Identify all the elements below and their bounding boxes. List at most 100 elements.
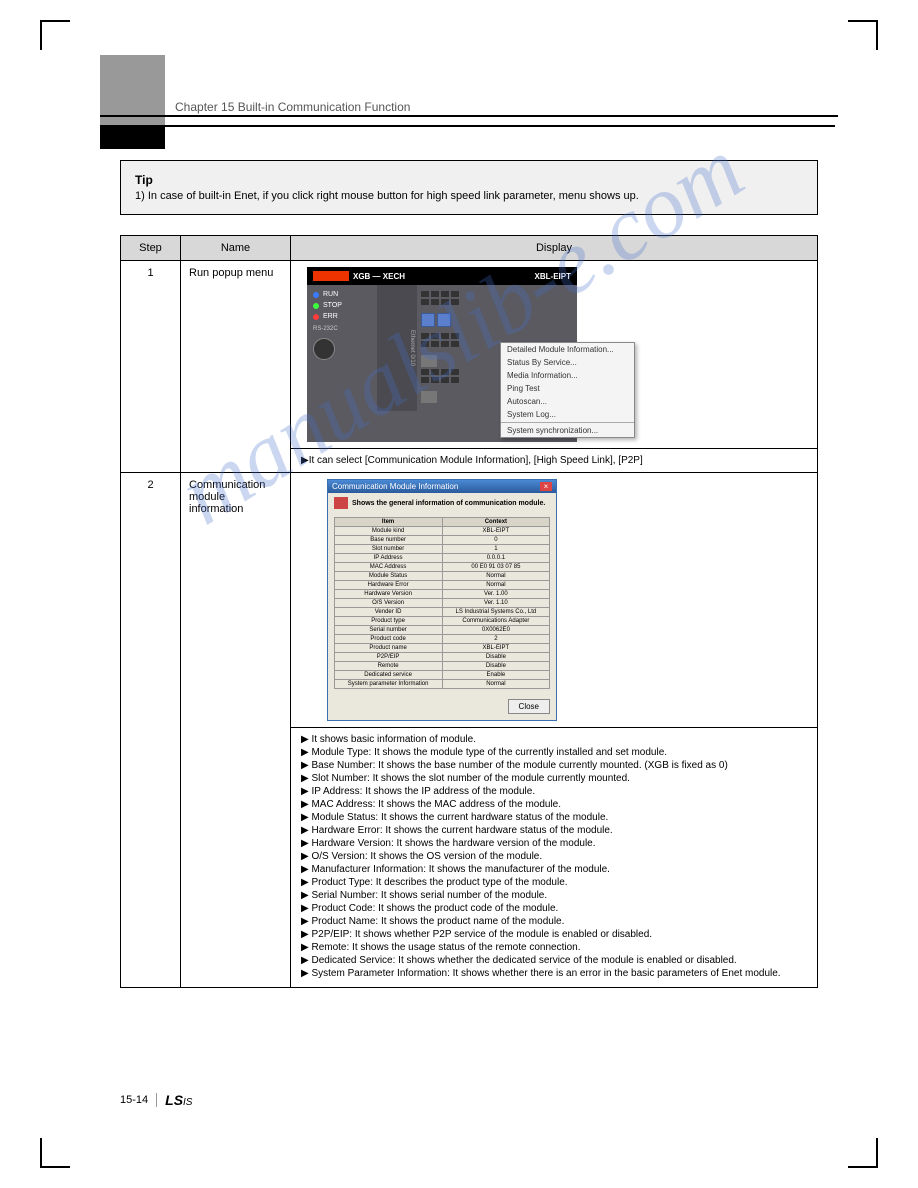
desc-line: ▶ P2P/EIP: It shows whether P2P service …	[301, 929, 807, 940]
plc-screenshot: XGB — XECH XBL-EIPT RUN STOP ERR RS-232C	[307, 267, 577, 442]
plc-top-bar: XGB — XECH XBL-EIPT	[307, 267, 577, 285]
dlg-item: Vender ID	[334, 608, 442, 617]
dialog-titlebar: Communication Module Information ×	[328, 480, 556, 493]
desc-line: ▶ MAC Address: It shows the MAC address …	[301, 799, 807, 810]
dlg-item: System parameter Information	[334, 680, 442, 689]
tip-box: Tip 1) In case of built-in Enet, if you …	[120, 160, 818, 215]
dlg-item: Module Status	[334, 572, 442, 581]
dlg-item: Product type	[334, 617, 442, 626]
dialog-subtitle: Shows the general information of communi…	[352, 500, 545, 507]
desc-line: ▶ Module Status: It shows the current ha…	[301, 812, 807, 823]
plc-tool-icon[interactable]	[437, 313, 451, 327]
name-cell: Run popup menu	[181, 261, 291, 473]
dlg-context: Disable	[442, 662, 550, 671]
desc-line: ▶ O/S Version: It shows the OS version o…	[301, 851, 807, 862]
table-row: 2 Communication module information Commu…	[121, 473, 818, 728]
desc-line: ▶ Product Type: It describes the product…	[301, 877, 807, 888]
dlg-item: IP Address	[334, 554, 442, 563]
desc-line: ▶ Hardware Error: It shows the current h…	[301, 825, 807, 836]
brand-logo: LSIS	[165, 1092, 192, 1108]
dlg-item: Module kind	[334, 527, 442, 536]
desc-cell: ▶It can select [Communication Module Inf…	[291, 449, 818, 473]
dialog-table-row: Module StatusNormal	[334, 572, 550, 581]
enet-label: Ethernet 0/10	[409, 330, 415, 366]
header-black-box	[100, 125, 165, 149]
menu-item[interactable]: Ping Test	[501, 382, 634, 395]
dialog-table-row: Vender IDLS Industrial Systems Co., Ltd	[334, 608, 550, 617]
dlg-context: 0	[442, 536, 550, 545]
tip-label: Tip	[135, 173, 803, 187]
menu-item[interactable]: Media Information...	[501, 369, 634, 382]
dlg-item: Product code	[334, 635, 442, 644]
dlg-context: XBL-EIPT	[442, 527, 550, 536]
dialog-table-row: O/S VersionVer. 1.10	[334, 599, 550, 608]
dlg-item: MAC Address	[334, 563, 442, 572]
menu-item[interactable]: Status By Service...	[501, 356, 634, 369]
dialog-table: Item Context Module kindXBL-EIPTBase num…	[334, 517, 551, 689]
plc-status-column: RUN STOP ERR RS-232C	[307, 285, 377, 411]
dlg-context: Normal	[442, 680, 550, 689]
header-rule	[100, 115, 838, 117]
th-name: Name	[181, 236, 291, 261]
dialog-table-row: Product code2	[334, 635, 550, 644]
th-step: Step	[121, 236, 181, 261]
dlg-context: 1	[442, 545, 550, 554]
dlg-context: 00 E0 91 03 07 85	[442, 563, 550, 572]
name-cell: Communication module information	[181, 473, 291, 988]
close-button[interactable]: Close	[508, 699, 550, 714]
desc-line: ▶ Remote: It shows the usage status of t…	[301, 942, 807, 953]
desc-line: ▶ IP Address: It shows the IP address of…	[301, 786, 807, 797]
plc-led-err: ERR	[313, 313, 371, 320]
menu-item[interactable]: System Log...	[501, 408, 634, 421]
dlg-item: Product name	[334, 644, 442, 653]
step-cell: 2	[121, 473, 181, 988]
context-menu: Detailed Module Information... Status By…	[500, 342, 635, 438]
dialog-subtitle-row: Shows the general information of communi…	[328, 493, 556, 513]
menu-item[interactable]: Autoscan...	[501, 395, 634, 408]
dlg-context: Ver. 1.10	[442, 599, 550, 608]
desc-line: ▶ Slot Number: It shows the slot number …	[301, 773, 807, 784]
led-grid	[421, 291, 573, 305]
module-icon	[334, 497, 348, 509]
dlg-item: Hardware Version	[334, 590, 442, 599]
led-label: RUN	[323, 291, 338, 298]
crop-mark	[40, 20, 70, 50]
step-cell: 1	[121, 261, 181, 473]
desc-line: ▶ System Parameter Information: It shows…	[301, 968, 807, 979]
led-dot	[313, 314, 319, 320]
connector-icon	[421, 355, 437, 367]
desc-line: ▶ Serial Number: It shows serial number …	[301, 890, 807, 901]
port-label: RS-232C	[313, 326, 371, 332]
dlg-context: Enable	[442, 671, 550, 680]
page-number: 15-14	[120, 1094, 148, 1106]
desc-line: ▶ Module Type: It shows the module type …	[301, 747, 807, 758]
menu-item[interactable]: System synchronization...	[501, 424, 634, 437]
dialog-table-row: Product typeCommunications Adapter	[334, 617, 550, 626]
dlg-th-context: Context	[442, 518, 550, 527]
menu-item[interactable]: Detailed Module Information...	[501, 343, 634, 356]
menu-separator	[501, 422, 634, 423]
desc-line: ▶ Product Code: It shows the product cod…	[301, 903, 807, 914]
th-screen: Display	[291, 236, 818, 261]
dlg-item: Base number	[334, 536, 442, 545]
connector-icon	[421, 391, 437, 403]
dlg-context: 2	[442, 635, 550, 644]
footer-separator	[156, 1093, 157, 1107]
close-icon[interactable]: ×	[540, 482, 552, 491]
desc-line: ▶ Manufacturer Information: It shows the…	[301, 864, 807, 875]
dialog-table-row: Module kindXBL-EIPT	[334, 527, 550, 536]
dlg-context: Disable	[442, 653, 550, 662]
led-dot	[313, 303, 319, 309]
dialog-table-row: Dedicated serviceEnable	[334, 671, 550, 680]
desc-line: ▶ Product Name: It shows the product nam…	[301, 916, 807, 927]
led-dot	[313, 292, 319, 298]
desc-line: ▶ It shows basic information of module.	[301, 734, 807, 745]
crop-mark	[848, 1138, 878, 1168]
plc-tool-icon[interactable]	[421, 313, 435, 327]
plc-module-label: XBL-EIPT	[535, 272, 571, 281]
dlg-th-item: Item	[334, 518, 442, 527]
crop-mark	[848, 20, 878, 50]
dlg-item: Serial number	[334, 626, 442, 635]
main-table: Step Name Display 1 Run popup menu XGB —…	[120, 235, 818, 988]
plc-tool-icons	[421, 313, 573, 327]
